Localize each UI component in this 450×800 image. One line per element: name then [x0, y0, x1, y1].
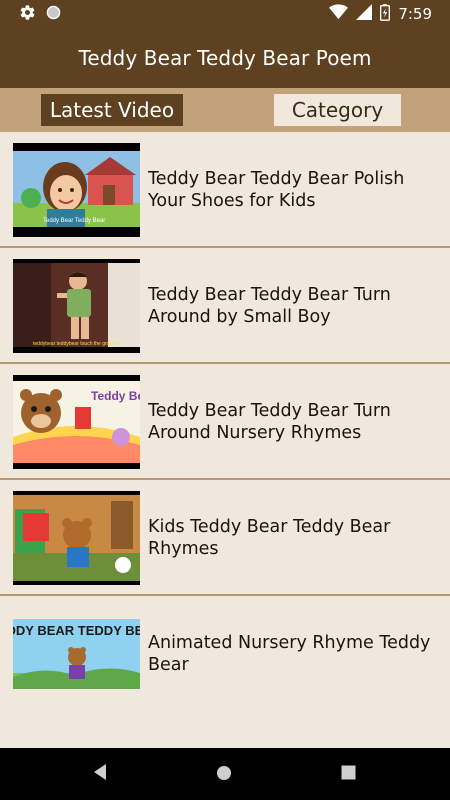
- battery-charging-icon: [380, 3, 391, 25]
- thumb-caption: TEDDY BEAR TEDDY BEAR: [13, 623, 140, 638]
- video-title[interactable]: Animated Nursery Rhyme Teddy Bear: [148, 596, 438, 712]
- wifi-icon: [329, 4, 349, 24]
- video-thumbnail[interactable]: TEDDY BEAR TEDDY BEAR: [13, 607, 140, 701]
- video-item[interactable]: TEDDY BEAR TEDDY BEAR Animated Nursery R…: [0, 596, 450, 712]
- app-title: Teddy Bear Teddy Bear Poem: [78, 46, 372, 70]
- status-time: 7:59: [398, 5, 432, 23]
- tab-bar: Latest Video Category: [0, 88, 450, 132]
- video-thumbnail[interactable]: teddybear teddybear touch the ground: [13, 259, 140, 353]
- video-list: Teddy Bear Teddy Bear Teddy Bear Teddy B…: [0, 132, 450, 748]
- video-title[interactable]: Teddy Bear Teddy Bear Turn Around Nurser…: [148, 364, 438, 480]
- signal-icon: [356, 4, 373, 24]
- video-item[interactable]: Kids Teddy Bear Teddy Bear Rhymes: [0, 480, 450, 596]
- home-icon[interactable]: [216, 765, 232, 785]
- back-icon[interactable]: [92, 762, 108, 786]
- settings-icon: [19, 4, 36, 25]
- video-title[interactable]: Kids Teddy Bear Teddy Bear Rhymes: [148, 480, 438, 596]
- thumb-caption: teddybear teddybear touch the ground: [33, 341, 118, 347]
- tab-latest-video[interactable]: Latest Video: [41, 94, 183, 126]
- circle-icon: [46, 5, 61, 24]
- video-item[interactable]: Teddy Bear Teddy Bear Teddy Bear Teddy B…: [0, 132, 450, 248]
- video-thumbnail[interactable]: Teddy Bear Teddy Bear: [13, 143, 140, 237]
- thumb-caption: Teddy Bear: [91, 389, 140, 403]
- video-item[interactable]: Teddy Bear Teddy Bear Teddy Bear Turn Ar…: [0, 364, 450, 480]
- recents-icon[interactable]: [341, 765, 356, 784]
- tab-category[interactable]: Category: [274, 94, 401, 126]
- thumb-caption: Teddy Bear Teddy Bear: [43, 218, 105, 224]
- status-bar: 7:59: [0, 0, 450, 28]
- video-thumbnail[interactable]: [13, 491, 140, 585]
- video-item[interactable]: teddybear teddybear touch the ground Ted…: [0, 248, 450, 364]
- video-thumbnail[interactable]: Teddy Bear: [13, 375, 140, 469]
- navigation-bar: [0, 748, 450, 800]
- app-bar: Teddy Bear Teddy Bear Poem: [0, 28, 450, 88]
- video-title[interactable]: Teddy Bear Teddy Bear Turn Around by Sma…: [148, 248, 438, 364]
- video-title[interactable]: Teddy Bear Teddy Bear Polish Your Shoes …: [148, 132, 438, 248]
